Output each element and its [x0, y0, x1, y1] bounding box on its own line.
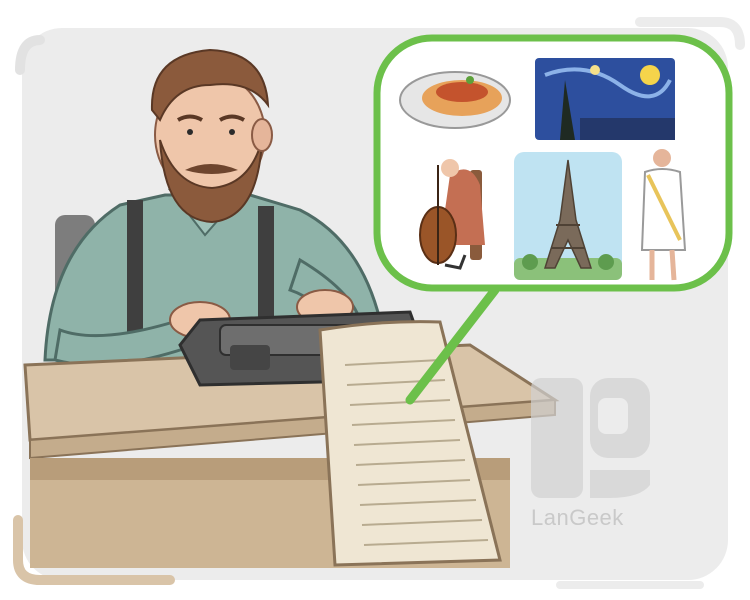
eiffel-tower-icon	[514, 152, 622, 280]
langeek-logo-icon	[531, 378, 650, 498]
watermark-brand-text: LanGeek	[531, 505, 624, 530]
spaghetti-icon	[399, 71, 511, 129]
scene-svg	[13, 17, 745, 589]
starry-night-painting-icon	[535, 58, 675, 140]
illustration-stage: LanGeek	[0, 0, 750, 600]
